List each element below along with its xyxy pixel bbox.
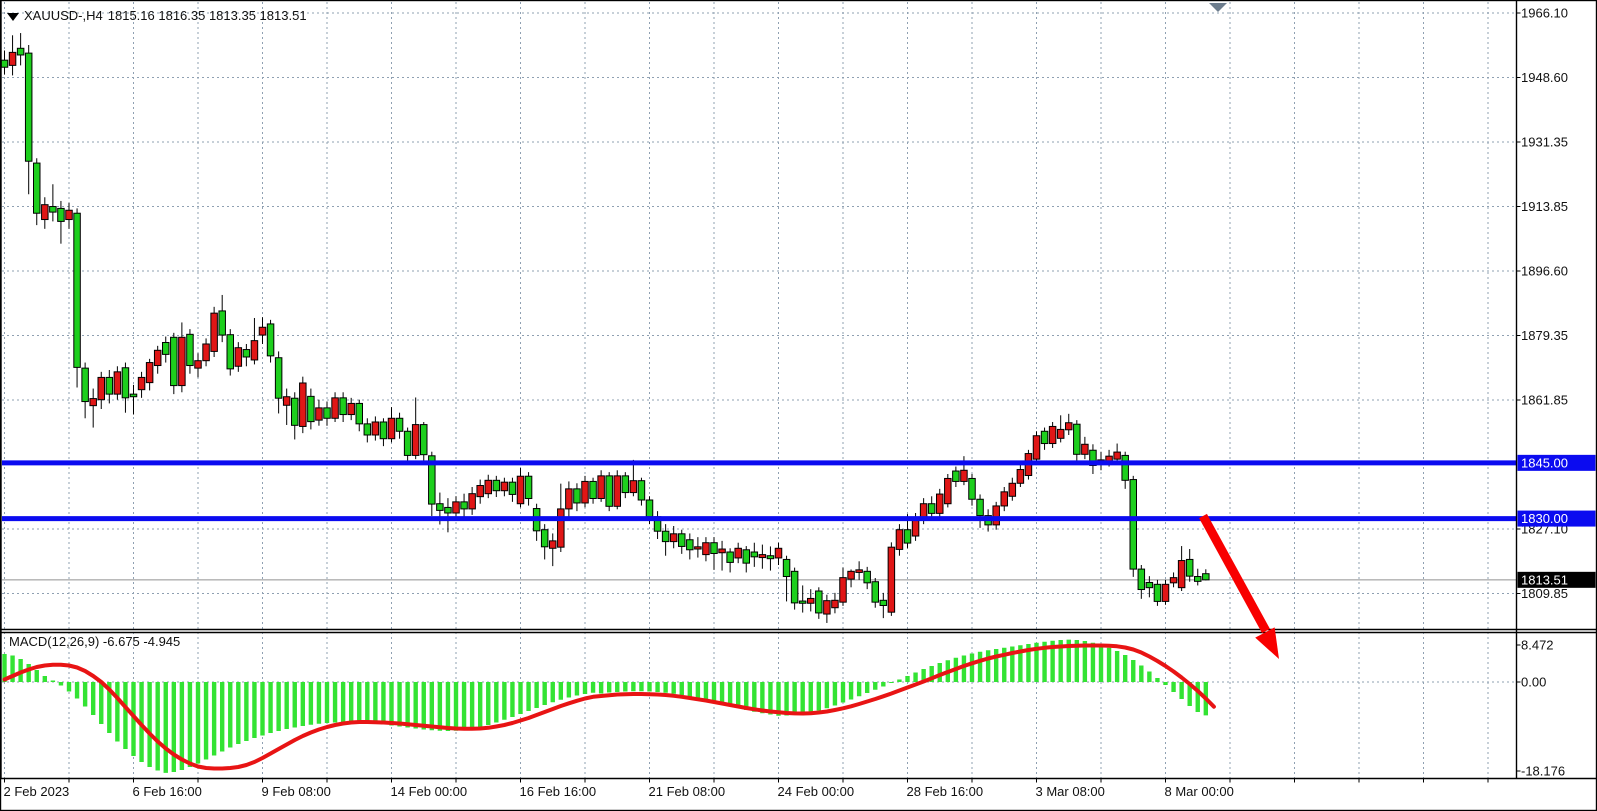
chart-window: 1966.10 1948.60 1931.35 1913.85 1896.60 1879.…: [0, 0, 1597, 811]
symbol-dropdown-icon[interactable]: [7, 13, 19, 21]
svg-text:1845.00: 1845.00: [1521, 455, 1568, 470]
svg-text:1809.85: 1809.85: [1521, 586, 1568, 601]
level-price-badge: 1845.00: [1518, 455, 1596, 471]
svg-text:0.00: 0.00: [1521, 675, 1546, 690]
current-price-badge: 1813.51: [1518, 572, 1596, 588]
svg-text:1861.85: 1861.85: [1521, 393, 1568, 408]
svg-text:1879.35: 1879.35: [1521, 328, 1568, 343]
svg-text:1830.00: 1830.00: [1521, 511, 1568, 526]
svg-text:1966.10: 1966.10: [1521, 6, 1568, 21]
svg-text:9 Feb 08:00: 9 Feb 08:00: [262, 784, 331, 799]
svg-text:1948.60: 1948.60: [1521, 70, 1568, 85]
svg-text:21 Feb 08:00: 21 Feb 08:00: [649, 784, 726, 799]
level-price-badge: 1830.00: [1518, 511, 1596, 527]
ohlc-values: 1815.16 1816.35 1813.35 1813.51: [108, 8, 307, 23]
indicator-label: MACD(12,26,9) -6.675 -4.945: [9, 634, 180, 649]
svg-text:1913.85: 1913.85: [1521, 199, 1568, 214]
svg-text:24 Feb 00:00: 24 Feb 00:00: [778, 784, 855, 799]
svg-text:-18.176: -18.176: [1521, 764, 1565, 779]
svg-text:16 Feb 16:00: 16 Feb 16:00: [520, 784, 597, 799]
chart-canvas[interactable]: 1966.10 1948.60 1931.35 1913.85 1896.60 1879.…: [0, 0, 1597, 811]
svg-text:1931.35: 1931.35: [1521, 135, 1568, 150]
svg-text:1813.51: 1813.51: [1521, 572, 1568, 587]
svg-text:6 Feb 16:00: 6 Feb 16:00: [133, 784, 202, 799]
symbol-header: XAUUSD-,H4 1815.16 1816.35 1813.35 1813.…: [7, 8, 307, 23]
svg-text:2 Feb 2023: 2 Feb 2023: [4, 784, 70, 799]
svg-text:8.472: 8.472: [1521, 638, 1554, 653]
svg-text:14 Feb 00:00: 14 Feb 00:00: [391, 784, 468, 799]
svg-text:1896.60: 1896.60: [1521, 264, 1568, 279]
symbol-timeframe-label: XAUUSD-,H4: [24, 8, 103, 23]
svg-text:28 Feb 16:00: 28 Feb 16:00: [907, 784, 984, 799]
svg-text:8 Mar 00:00: 8 Mar 00:00: [1165, 784, 1234, 799]
svg-text:3 Mar 08:00: 3 Mar 08:00: [1036, 784, 1105, 799]
